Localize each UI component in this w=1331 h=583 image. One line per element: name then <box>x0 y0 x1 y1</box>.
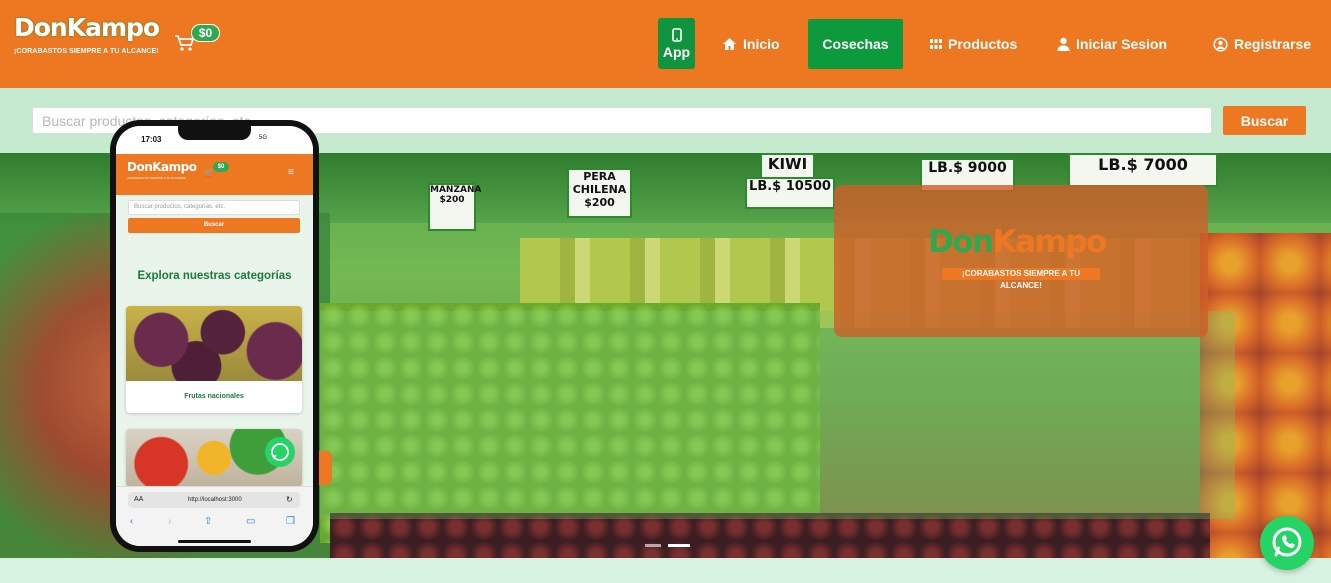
cart-total-badge: $0 <box>191 24 220 42</box>
search-button[interactable]: Buscar <box>1223 106 1306 135</box>
promo-logo: DonKampo <box>928 224 1118 260</box>
phone-browser-bar: AA http://localhost:3000 ↻ ‹ › ⇧ ▭ ❐ <box>116 486 313 546</box>
phone-browser-toolbar: ‹ › ⇧ ▭ ❐ <box>116 516 313 530</box>
whatsapp-icon <box>1272 527 1302 557</box>
phone-category-card: Frutas nacionales <box>126 306 302 413</box>
phone-menu-icon: ≡ <box>288 167 294 178</box>
hero-overlay <box>320 311 1235 519</box>
phone-time: 17:03 <box>141 135 162 144</box>
phone-forward-icon: › <box>168 516 172 527</box>
phone-logo: DonKampo <box>127 160 197 174</box>
nav-iniciar-sesion-label: Iniciar Sesion <box>1076 36 1168 52</box>
top-header: DonKampo ¡CORABASTOS SIEMPRE A TU ALCANC… <box>0 0 1331 88</box>
nav-cosechas-button[interactable]: Cosechas <box>808 19 903 69</box>
phone-tabs-icon: ❐ <box>286 516 295 527</box>
phone-share-icon: ⇧ <box>204 516 213 527</box>
grid-icon <box>930 39 942 49</box>
phone-home-indicator <box>178 540 251 543</box>
hero-promo-card <box>834 185 1208 337</box>
nav-registrarse-link[interactable]: Registrarse <box>1213 18 1311 70</box>
phone-bookmarks-icon: ▭ <box>246 516 256 527</box>
nav-inicio-link[interactable]: Inicio <box>722 18 780 70</box>
promo-tagline: ¡CORABASTOS SIEMPRE A TU ALCANCE! <box>942 268 1100 290</box>
brand-logo-text: DonKampo <box>14 13 160 42</box>
phone-back-icon: ‹ <box>130 516 134 527</box>
phone-header: DonKampo ¡CORABASTOS SIEMPRE A TU ALCANC… <box>116 154 313 195</box>
phone-notch <box>178 126 251 140</box>
phone-category-label: Frutas nacionales <box>184 393 244 400</box>
mobile-phone-icon <box>671 27 682 42</box>
user-circle-icon <box>1213 36 1228 52</box>
nav-productos-link[interactable]: Productos <box>930 18 1017 70</box>
phone-mockup-screen: 17:03 5G DonKampo ¡CORABASTOS SIEMPRE A … <box>116 126 313 546</box>
phone-whatsapp-icon <box>265 437 295 467</box>
phone-network: 5G <box>259 135 268 141</box>
phone-cart-icon: 🛒 <box>204 168 214 177</box>
promo-logo-text: DonKampo <box>928 224 1107 260</box>
nav-cosechas-label: Cosechas <box>822 36 889 52</box>
carousel-indicator-2[interactable] <box>668 544 690 547</box>
price-sign-pera: PERA CHILENA $200 <box>567 168 632 218</box>
nav-inicio-label: Inicio <box>743 36 780 52</box>
carousel-indicator-1[interactable] <box>645 544 661 547</box>
brand-logo[interactable]: DonKampo ¡CORABASTOS SIEMPRE A TU ALCANC… <box>14 14 164 66</box>
hero-prev-arrow[interactable] <box>318 451 332 485</box>
user-icon <box>1057 37 1070 51</box>
home-icon <box>723 38 736 50</box>
phone-search-input: Buscar productos, categorías, etc. <box>128 200 300 215</box>
nav-productos-label: Productos <box>948 36 1018 52</box>
phone-reload-icon: ↻ <box>286 495 293 504</box>
nav-app-label: App <box>662 43 691 60</box>
phone-cart-badge: $0 <box>213 162 229 172</box>
nav-iniciar-sesion-link[interactable]: Iniciar Sesion <box>1057 18 1167 70</box>
price-sign-7000: LB.$ 7000 <box>1068 153 1218 187</box>
whatsapp-button[interactable] <box>1260 516 1314 570</box>
phone-url-text: http://localhost:3000 <box>188 497 242 503</box>
phone-logo-tagline: ¡CORABASTOS SIEMPRE A TU ALCANCE! <box>127 176 187 180</box>
nav-app-button[interactable]: App <box>658 18 695 69</box>
phone-section-title: Explora nuestras categorías <box>137 270 292 282</box>
hero-bottom-fruit <box>330 513 1210 558</box>
price-sign-10500: LB.$ 10500 <box>745 177 835 209</box>
phone-url-bar: AA http://localhost:3000 ↻ <box>128 492 300 508</box>
nav-registrarse-label: Registrarse <box>1234 36 1312 52</box>
brand-tagline: ¡CORABASTOS SIEMPRE A TU ALCANCE! <box>14 48 159 55</box>
phone-search-button: Buscar <box>128 218 300 233</box>
price-sign-manzana: MANZANA $200 <box>428 183 481 231</box>
phone-category-image <box>126 306 302 381</box>
